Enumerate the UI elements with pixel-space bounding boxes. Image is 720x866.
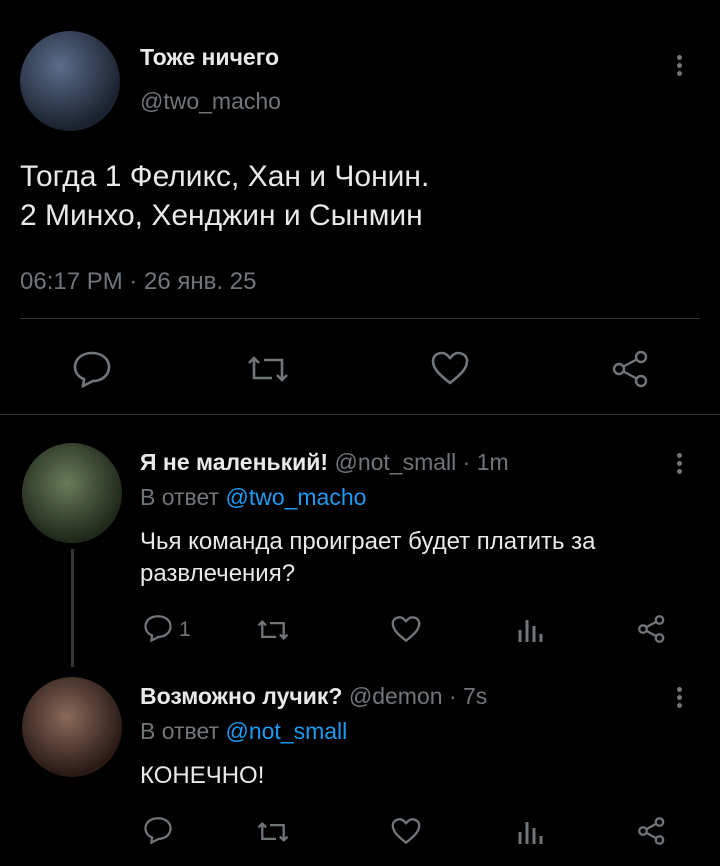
reply-time: · 1m (462, 449, 509, 475)
author-handle[interactable]: @two_macho (140, 88, 281, 115)
reply-count: 1 (179, 618, 191, 641)
tweet-timestamp: 06:17 PM · 26 янв. 25 (20, 268, 257, 295)
comment-icon[interactable] (143, 614, 173, 642)
comment-icon[interactable] (72, 350, 112, 388)
more-vertical-icon[interactable] (674, 450, 684, 477)
retweet-icon[interactable] (256, 617, 290, 643)
heart-icon[interactable] (390, 615, 422, 643)
reply-to-prefix: В ответ (140, 484, 220, 510)
divider (0, 414, 720, 415)
views-icon[interactable] (516, 614, 544, 644)
retweet-icon[interactable] (246, 352, 290, 386)
more-vertical-icon[interactable] (674, 52, 684, 79)
views-icon[interactable] (516, 816, 544, 846)
retweet-icon[interactable] (256, 819, 290, 845)
reply-to-prefix: В ответ (140, 718, 220, 744)
share-icon[interactable] (637, 614, 667, 644)
avatar[interactable] (20, 31, 120, 131)
share-icon[interactable] (611, 350, 651, 388)
avatar[interactable] (22, 443, 122, 543)
reply-to-line: В ответ @not_small (140, 718, 347, 745)
reply-text-line1: Чья команда проиграет будет платить за (140, 528, 596, 555)
share-icon[interactable] (637, 816, 667, 846)
thread-line (71, 549, 74, 667)
avatar[interactable] (22, 677, 122, 777)
author-handle[interactable]: @not_small (334, 449, 456, 475)
author-handle[interactable]: @demon (349, 683, 443, 709)
heart-icon[interactable] (430, 350, 470, 386)
author-name[interactable]: Возможно лучик? (140, 683, 342, 709)
reply-to-line: В ответ @two_macho (140, 484, 366, 511)
reply-header: Возможно лучик? @demon · 7s (140, 683, 487, 710)
heart-icon[interactable] (390, 817, 422, 845)
tweet-text-line2: 2 Минхо, Хенджин и Сынмин (20, 199, 423, 232)
divider (20, 318, 700, 319)
more-vertical-icon[interactable] (674, 684, 684, 711)
reply-to-handle[interactable]: @two_macho (225, 484, 366, 510)
author-name[interactable]: Тоже ничего (140, 44, 279, 71)
reply-header: Я не маленький! @not_small · 1m (140, 449, 509, 476)
reply-to-handle[interactable]: @not_small (225, 718, 347, 744)
comment-icon[interactable] (143, 816, 173, 844)
author-name[interactable]: Я не маленький! (140, 449, 328, 475)
tweet-text-line1: Тогда 1 Феликс, Хан и Чонин. (20, 160, 430, 193)
reply-text-line2: развлечения? (140, 560, 296, 587)
reply-text-line1: КОНЕЧНО! (140, 762, 265, 789)
reply-time: · 7s (448, 683, 488, 709)
